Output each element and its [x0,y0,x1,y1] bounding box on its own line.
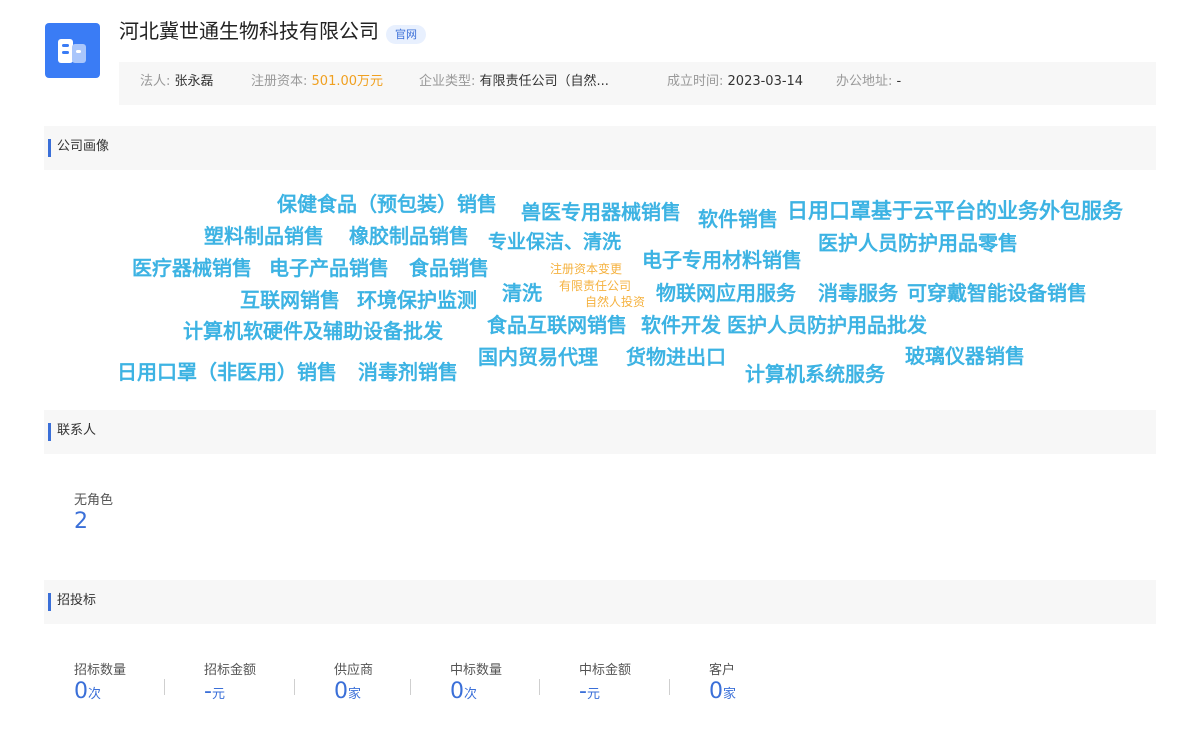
office-address: 办公地址: - [836,62,901,102]
wordcloud-word[interactable]: 清洗 [502,283,542,303]
section-contacts: 联系人 [44,410,1156,454]
contact-role-label: 无角色 [74,493,114,508]
address-label: 办公地址: [836,74,893,89]
contact-role-stat: 无角色 2 [74,493,113,535]
stat-unit: 次 [88,687,102,702]
stat-label: 供应商 [334,663,374,678]
wordcloud-word[interactable]: 保健食品（预包装）销售 [277,194,497,214]
stat-label: 中标金额 [579,663,632,678]
wordcloud-word[interactable]: 环境保护监测 [357,290,477,310]
wordcloud-word[interactable]: 医护人员防护用品批发 [727,315,927,335]
stat-value: 0 [74,679,88,704]
wordcloud-word[interactable]: 互联网销售 [240,290,340,310]
address-value: - [896,74,902,89]
founded-label: 成立时间: [667,74,724,89]
wordcloud-word[interactable]: 货物进出口 [626,347,726,367]
wordcloud-word[interactable]: 消毒服务 [818,283,898,303]
wordcloud-word[interactable]: 物联网应用服务 [656,283,796,303]
section-title-portrait: 公司画像 [57,139,110,154]
wordcloud-word[interactable]: 国内贸易代理 [478,347,598,367]
stat-unit: 元 [586,687,600,702]
wordcloud-word[interactable]: 电子产品销售 [269,258,389,278]
wordcloud-word[interactable]: 日用口罩（非医用）销售 [117,362,337,382]
section-portrait: 公司画像 [44,126,1156,170]
stat-value: 0 [450,679,464,704]
stat-label: 中标数量 [450,663,503,678]
wordcloud-word[interactable]: 医护人员防护用品零售 [818,233,1018,253]
wordcloud-word[interactable]: 玻璃仪器销售 [905,346,1025,366]
type-value: 有限责任公司（自然... [479,74,609,89]
wordcloud-tag[interactable]: 自然人投资 [585,296,645,308]
stat-unit: 家 [723,687,737,702]
stat-value: 0 [709,679,723,704]
legal-person-label: 法人: [140,74,171,89]
company-name: 河北冀世通生物科技有限公司 [119,19,379,43]
stat-value: 0 [334,679,348,704]
wordcloud-word[interactable]: 兽医专用器械销售 [521,202,681,222]
section-accent [48,423,51,441]
bidding-stat-tender-amount[interactable]: 招标金额 -元 [204,663,256,708]
wordcloud-word[interactable]: 专业保洁、清洗 [488,233,621,252]
section-title-bidding: 招投标 [57,593,97,608]
stat-unit: 元 [211,687,225,702]
stat-label: 招标金额 [204,663,257,678]
wordcloud-tag[interactable]: 注册资本变更 [550,263,622,275]
stat-divider [294,679,295,695]
stat-value: - [579,679,587,704]
founded-value: 2023-03-14 [727,74,804,89]
stat-divider [669,679,670,695]
stat-label: 招标数量 [74,663,127,678]
stat-divider [410,679,411,695]
type-label: 企业类型: [419,74,476,89]
company-type: 企业类型: 有限责任公司（自然... [419,62,609,102]
stat-divider [539,679,540,695]
bidding-stat-win-count[interactable]: 中标数量 0次 [450,663,502,708]
official-site-link[interactable]: 官网 [386,25,426,44]
section-accent [48,139,51,157]
stat-unit: 次 [464,687,478,702]
section-bidding: 招投标 [44,580,1156,624]
contact-role-count[interactable]: 2 [74,509,113,535]
stat-divider [164,679,165,695]
bidding-stat-tender-count[interactable]: 招标数量 0次 [74,663,126,708]
bidding-stat-customers[interactable]: 客户 0家 [709,663,736,708]
wordcloud-word[interactable]: 软件开发 [641,315,721,335]
registered-capital: 注册资本: 501.00万元 [251,62,383,102]
wordcloud-word[interactable]: 食品销售 [409,258,489,278]
company-logo [45,23,100,78]
section-accent [48,593,51,611]
wordcloud-word[interactable]: 电子专用材料销售 [642,250,802,270]
wordcloud-tag[interactable]: 有限责任公司 [559,280,631,292]
wordcloud-word[interactable]: 食品互联网销售 [487,315,627,335]
wordcloud-word[interactable]: 塑料制品销售 [204,226,324,246]
capital-label: 注册资本: [251,74,308,89]
section-title-contacts: 联系人 [57,423,97,438]
stat-value: - [204,679,212,704]
capital-value: 501.00万元 [311,74,384,89]
stat-unit: 家 [348,687,362,702]
wordcloud-word[interactable]: 日用口罩基于云平台的业务外包服务 [787,201,1123,222]
wordcloud-word[interactable]: 可穿戴智能设备销售 [907,283,1087,303]
bidding-stat-suppliers[interactable]: 供应商 0家 [334,663,373,708]
company-info-bar: 法人: 张永磊 注册资本: 501.00万元 企业类型: 有限责任公司（自然..… [119,62,1156,105]
business-scope-wordcloud: 保健食品（预包装）销售 兽医专用器械销售 软件销售 日用口罩基于云平台的业务外包… [0,0,1200,400]
stat-label: 客户 [709,663,736,678]
wordcloud-word[interactable]: 消毒剂销售 [358,362,458,382]
bidding-stat-win-amount[interactable]: 中标金额 -元 [579,663,631,708]
building-icon [58,39,86,63]
wordcloud-word[interactable]: 计算机软硬件及辅助设备批发 [183,321,443,341]
wordcloud-word[interactable]: 橡胶制品销售 [349,226,469,246]
wordcloud-word[interactable]: 软件销售 [698,209,778,229]
legal-person-value[interactable]: 张永磊 [175,74,214,89]
founded-date: 成立时间: 2023-03-14 [667,62,803,102]
wordcloud-word[interactable]: 计算机系统服务 [745,364,885,384]
legal-person: 法人: 张永磊 [140,62,214,102]
wordcloud-word[interactable]: 医疗器械销售 [132,258,252,278]
